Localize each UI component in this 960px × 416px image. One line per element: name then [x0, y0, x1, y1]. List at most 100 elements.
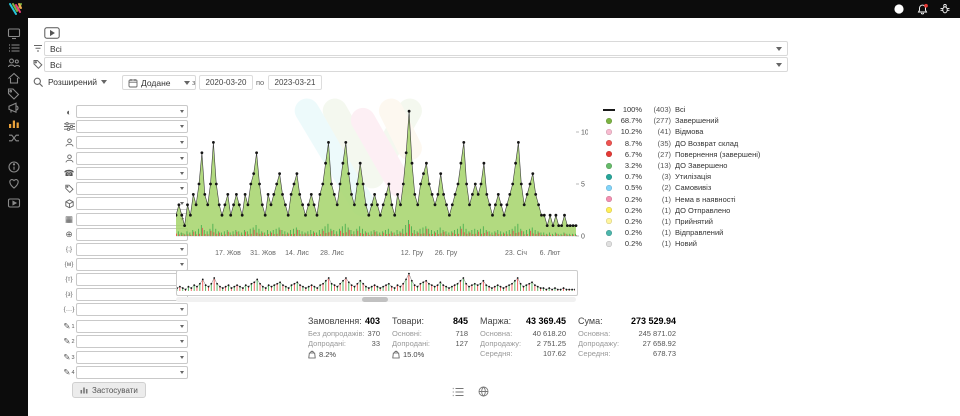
legend-item[interactable]: 0.2%(1)Новий: [602, 238, 782, 249]
stat-column: Товари:845Основні:718Допродані:12715.0%: [392, 316, 468, 359]
source-filter-select[interactable]: [76, 228, 188, 241]
notification-badge: [924, 3, 928, 7]
home-icon: [7, 71, 21, 85]
legend-dot: [606, 207, 612, 213]
nav-dashboard[interactable]: [0, 26, 28, 40]
profile-button[interactable]: [892, 2, 906, 16]
filter-row-custom-1: {;}: [62, 243, 188, 256]
nav-products[interactable]: [0, 86, 28, 100]
scrollbar-thumb[interactable]: [362, 297, 388, 302]
legend-item[interactable]: 6.7%(27)Повернення (завершені): [602, 149, 782, 160]
legend-item[interactable]: 68.7%(277)Завершений: [602, 115, 782, 126]
note-filter-3[interactable]: [76, 351, 188, 364]
x-axis-label: 26. Гру: [435, 250, 457, 257]
product-filter-select[interactable]: [76, 197, 188, 210]
stat-column: Сума:273 529.94Основна:245 871.02Допрода…: [578, 316, 676, 359]
nav-analytics[interactable]: [0, 116, 28, 130]
note-filter-2[interactable]: [76, 335, 188, 348]
legend-label: Утилізація: [675, 172, 711, 181]
phone-filter-select[interactable]: [76, 167, 188, 180]
custom-field-filter-2[interactable]: [76, 258, 188, 271]
custom-field-filter-5[interactable]: [76, 303, 188, 316]
stat-subrow: Без допродажів:370: [308, 329, 380, 339]
token-icon: {;}: [62, 246, 76, 253]
legend-item[interactable]: 8.7%(35)ДО Возврат склад: [602, 138, 782, 149]
filter-row-manager: [62, 136, 188, 149]
tags-filter-select[interactable]: Всі: [44, 57, 788, 72]
orders-timeline-chart[interactable]: 0510: [176, 96, 588, 252]
legend-label: Прийнятий: [675, 217, 713, 226]
note-filter-4[interactable]: [76, 366, 188, 379]
chart-brush[interactable]: [176, 270, 578, 296]
moon-icon: ◐: [62, 107, 76, 117]
date-from-input[interactable]: 2020-03-20: [199, 75, 253, 90]
client-filter-select[interactable]: [76, 152, 188, 165]
horizontal-scrollbar[interactable]: [176, 297, 576, 302]
legend-count: (1): [645, 228, 671, 237]
debug-button[interactable]: [938, 2, 952, 16]
visibility-filter-select[interactable]: [76, 105, 188, 118]
people-icon: [7, 56, 21, 70]
monitor-icon: [7, 26, 21, 40]
nav-info[interactable]: [0, 160, 28, 174]
legend-item[interactable]: 0.7%(3)Утилізація: [602, 171, 782, 182]
token-icon: {…}: [62, 306, 76, 313]
status-filter-value: Всі: [50, 44, 62, 54]
legend-item[interactable]: 0.2%(1)Прийнятий: [602, 216, 782, 227]
upsell-share: 8.2%: [308, 350, 380, 359]
x-axis-label: 23. Січ: [505, 250, 527, 257]
filter-row-note-1: ✎1: [62, 320, 188, 333]
custom-field-filter-4[interactable]: [76, 288, 188, 301]
date-from-label: з: [192, 78, 195, 87]
legend-item[interactable]: 3.2%(13)ДО Завершено: [602, 160, 782, 171]
nav-customers[interactable]: [0, 56, 28, 70]
tag-icon: [7, 86, 21, 100]
date-to-label: по: [256, 78, 264, 87]
notifications-button[interactable]: [915, 2, 929, 16]
tag-icon: [33, 59, 43, 69]
legend-label: Нема в наявності: [675, 195, 736, 204]
x-axis-label: 6. Лют: [540, 250, 561, 257]
date-field-select[interactable]: Додане: [122, 75, 196, 90]
chevron-down-icon: [180, 340, 184, 343]
legend-count: (1): [645, 195, 671, 204]
nav-marketing[interactable]: [0, 101, 28, 115]
nav-orders[interactable]: [0, 41, 28, 55]
legend-item[interactable]: 0.5%(2)Самовивіз: [602, 182, 782, 193]
token-icon: {з}: [62, 291, 76, 298]
custom-field-filter-3[interactable]: [76, 273, 188, 286]
legend-item[interactable]: 0.2%(1)ДО Отправлено: [602, 205, 782, 216]
nav-integrations[interactable]: [0, 131, 28, 145]
settings-filter-select[interactable]: [76, 120, 188, 133]
filter-row-settings: [62, 120, 188, 133]
legend-item[interactable]: 100%(403)Всі: [602, 104, 782, 115]
search-mode-select[interactable]: Розширений: [48, 75, 107, 88]
nav-warehouse[interactable]: [0, 71, 28, 85]
date-to-input[interactable]: 2023-03-21: [268, 75, 322, 90]
custom-field-filter-1[interactable]: [76, 243, 188, 256]
globe-button[interactable]: [478, 384, 489, 402]
manager-filter-select[interactable]: [76, 136, 188, 149]
legend-item[interactable]: 0.2%(1)Нема в наявності: [602, 194, 782, 205]
note-filter-1[interactable]: [76, 320, 188, 333]
legend-count: (3): [645, 172, 671, 181]
legend-count: (277): [645, 116, 671, 125]
chevron-down-icon: [184, 81, 190, 85]
bar-chart-icon: [7, 116, 21, 130]
legend-dot: [606, 140, 612, 146]
summary-list-button[interactable]: [452, 384, 464, 402]
x-axis: 17. Жов31. Жов14. Лис28. Лис12. Гру26. Г…: [176, 250, 576, 260]
status-filter-select[interactable]: Всі: [44, 41, 788, 56]
apply-button[interactable]: Застосувати: [72, 382, 146, 398]
app-logo[interactable]: [8, 2, 24, 21]
tag-filter-select[interactable]: [76, 182, 188, 195]
x-axis-label: 12. Гру: [401, 250, 423, 257]
category-filter-select[interactable]: [76, 213, 188, 226]
shuffle-icon: [7, 131, 21, 145]
legend-item[interactable]: 10.2%(41)Відмова: [602, 126, 782, 137]
nav-video[interactable]: [0, 196, 28, 210]
legend-item[interactable]: 0.2%(1)Відправлений: [602, 227, 782, 238]
legend-dot: [606, 129, 612, 135]
nav-partners[interactable]: [0, 176, 28, 190]
x-axis-label: 28. Лис: [320, 250, 344, 257]
